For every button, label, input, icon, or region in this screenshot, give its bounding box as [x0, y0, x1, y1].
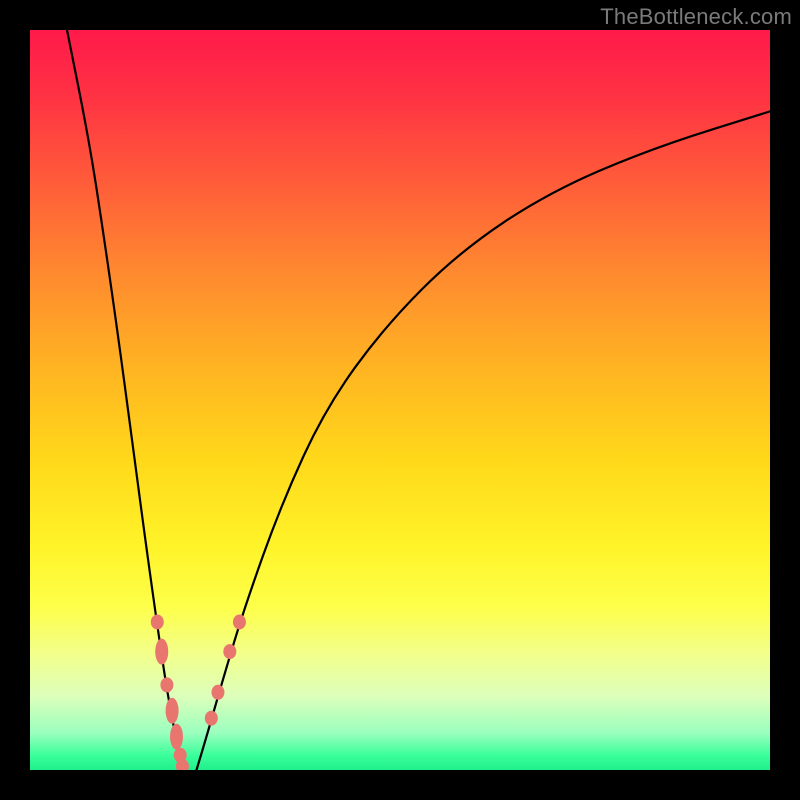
data-marker — [151, 615, 164, 630]
curve-layer — [30, 30, 770, 770]
watermark-text: TheBottleneck.com — [600, 4, 792, 30]
right-curve — [197, 111, 771, 770]
marker-group — [151, 615, 246, 771]
data-marker — [211, 685, 224, 700]
data-marker — [223, 644, 236, 659]
data-marker — [170, 724, 183, 750]
data-marker — [233, 615, 246, 630]
data-marker — [166, 698, 179, 724]
data-marker — [160, 677, 173, 692]
plot-area — [30, 30, 770, 770]
data-marker — [155, 639, 168, 665]
chart-frame: TheBottleneck.com — [0, 0, 800, 800]
data-marker — [205, 711, 218, 726]
